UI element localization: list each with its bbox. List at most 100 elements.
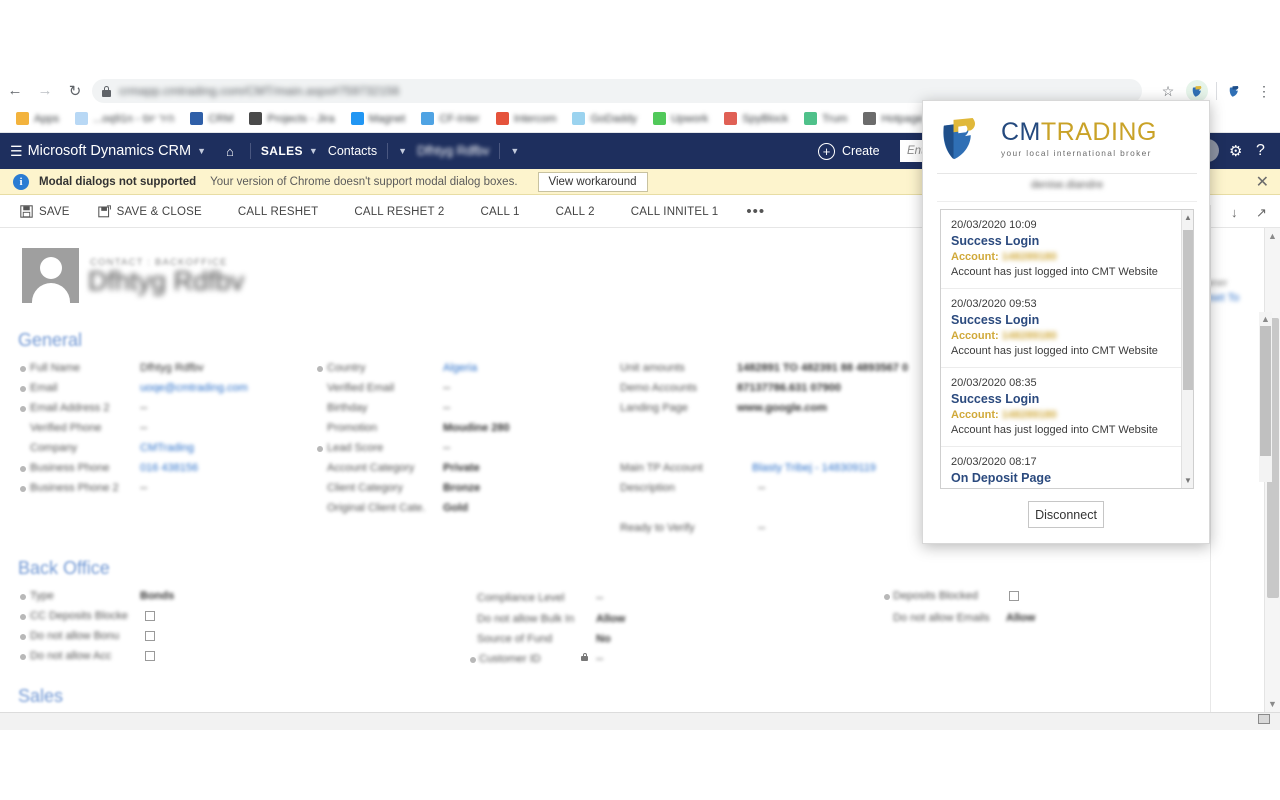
- checkbox-deposits-blocked[interactable]: [1009, 591, 1019, 601]
- field-value-unit-amounts[interactable]: 1482891 TO 482391 88 4893567 0: [737, 362, 908, 374]
- feed-item-description: Account has just logged into CMT Website: [951, 424, 1158, 436]
- bookmark-item[interactable]: Trum: [798, 110, 853, 127]
- field-value-source-of-fund[interactable]: No: [596, 633, 611, 645]
- checkbox-do-not-allow-bonus[interactable]: [145, 631, 155, 641]
- field-value-do-not-allow-bulk-in[interactable]: Allow: [596, 613, 625, 625]
- activity-feed[interactable]: 20/03/2020 10:09 Success Login Account: …: [940, 209, 1194, 489]
- field-value-full-name[interactable]: Dfhtyg Rdfbv: [140, 362, 204, 374]
- call-1-button[interactable]: CALL 1: [480, 206, 519, 218]
- create-button[interactable]: + Create: [818, 142, 880, 160]
- browser-tab-strip[interactable]: [0, 0, 1280, 76]
- feed-item[interactable]: 20/03/2020 08:17 On Deposit Page: [941, 447, 1193, 488]
- field-value-compliance-level[interactable]: --: [596, 592, 603, 604]
- chevron-down-icon[interactable]: ▼: [398, 146, 407, 156]
- nav-item-sales[interactable]: SALES: [261, 144, 303, 158]
- command-overflow-button[interactable]: •••: [746, 203, 765, 220]
- view-workaround-button[interactable]: View workaround: [537, 171, 648, 192]
- reload-icon[interactable]: ↻: [60, 76, 90, 105]
- chrome-menu-icon[interactable]: ⋮: [1254, 79, 1274, 103]
- field-value-type[interactable]: Bonds: [140, 590, 174, 602]
- save-and-close-button[interactable]: SAVE & CLOSE: [97, 205, 202, 218]
- inner-scrollbar[interactable]: ▲: [1259, 312, 1272, 482]
- scroll-up-icon[interactable]: ▲: [1184, 213, 1192, 222]
- bookmark-item[interactable]: Apps: [10, 110, 65, 127]
- feed-item[interactable]: 20/03/2020 10:09 Success Login Account: …: [941, 210, 1193, 289]
- field-value-email[interactable]: uoqe@cmtrading.com: [140, 382, 248, 394]
- bookmark-item[interactable]: Magnet: [345, 110, 412, 127]
- field-value-do-not-allow-emails[interactable]: Allow: [1006, 612, 1035, 624]
- field-value-lead-score[interactable]: --: [443, 442, 450, 454]
- feed-item[interactable]: 20/03/2020 08:35 Success Login Account: …: [941, 368, 1193, 447]
- cmtrading-extension-icon-2[interactable]: [1224, 81, 1244, 101]
- help-icon[interactable]: ?: [1256, 142, 1265, 160]
- field-value-email-2[interactable]: --: [140, 402, 147, 414]
- field-value-promotion[interactable]: Moudine 280: [443, 422, 510, 434]
- field-value-original-client-category[interactable]: Gold: [443, 502, 468, 514]
- inner-scroll-up-icon[interactable]: ▲: [1261, 314, 1270, 324]
- bookmark-item[interactable]: GoDaddy: [566, 110, 642, 127]
- field-label-verified-email: Verified Email: [327, 382, 395, 394]
- field-label-ready-to-verify: Ready to Verify: [620, 522, 695, 534]
- bookmark-favicon: [421, 112, 435, 125]
- bookmark-item[interactable]: CF-Inter: [415, 110, 485, 127]
- nav-item-contacts[interactable]: Contacts: [328, 144, 377, 158]
- field-value-verified-email[interactable]: --: [443, 382, 450, 394]
- call-reshet-2-button[interactable]: CALL RESHET 2: [354, 206, 444, 218]
- pop-out-icon[interactable]: ↗: [1256, 205, 1267, 221]
- popup-divider-2: [937, 201, 1197, 202]
- bookmark-item[interactable]: Intercom: [490, 110, 563, 127]
- field-value-birthday[interactable]: --: [443, 402, 450, 414]
- field-label-customer-id: Customer ID: [479, 653, 541, 665]
- checkbox-do-not-allow-acc[interactable]: [145, 651, 155, 661]
- save-button[interactable]: SAVE: [20, 205, 70, 218]
- field-value-verified-phone[interactable]: --: [140, 422, 147, 434]
- disconnect-button[interactable]: Disconnect: [1028, 501, 1104, 528]
- scroll-up-icon[interactable]: ▲: [1268, 231, 1277, 241]
- bookmark-item[interactable]: ...oq91n - היר יוס: [69, 110, 180, 127]
- scroll-down-icon[interactable]: ▼: [1268, 699, 1277, 709]
- nav-divider: [387, 143, 389, 159]
- field-label-description: Description: [620, 482, 676, 494]
- feed-item-account: Account: 148289180: [951, 409, 1183, 421]
- field-value-country[interactable]: Algeria: [443, 362, 477, 374]
- inner-scrollbar-thumb[interactable]: [1260, 326, 1271, 456]
- field-value-main-tp-account[interactable]: Blasty Tribej - 148309119: [752, 462, 876, 474]
- close-icon[interactable]: ✕: [1256, 172, 1269, 192]
- bookmark-item[interactable]: Hotpage: [857, 110, 929, 127]
- bookmark-item[interactable]: CRM: [184, 110, 239, 127]
- cmtrading-extension-icon[interactable]: [1186, 80, 1208, 102]
- bookmark-item[interactable]: SpyBlock: [718, 110, 794, 127]
- field-label-unit-amounts: Unit amounts: [620, 362, 685, 374]
- home-icon[interactable]: ⌂: [226, 144, 234, 159]
- field-value-ready-to-verify[interactable]: --: [758, 522, 765, 534]
- field-value-business-phone-2[interactable]: --: [140, 482, 147, 494]
- field-value-business-phone[interactable]: 016 438156: [140, 462, 198, 474]
- field-value-account-category[interactable]: Private: [443, 462, 480, 474]
- chevron-down-icon[interactable]: ▼: [197, 146, 206, 156]
- back-arrow-icon[interactable]: ←: [0, 76, 30, 105]
- checkbox-cc-deposits-blocked[interactable]: [145, 611, 155, 621]
- bookmark-item[interactable]: Projects - Jira: [243, 110, 340, 127]
- field-value-company[interactable]: CMTrading: [140, 442, 194, 454]
- feed-scrollbar-thumb[interactable]: [1183, 230, 1193, 390]
- feed-scrollbar[interactable]: ▲ ▼: [1181, 210, 1193, 488]
- down-arrow-icon[interactable]: ↓: [1231, 205, 1238, 220]
- chevron-down-icon[interactable]: ▼: [510, 146, 519, 156]
- scroll-down-icon[interactable]: ▼: [1184, 476, 1192, 485]
- field-value-customer-id[interactable]: --: [596, 653, 603, 665]
- field-value-description[interactable]: --: [758, 482, 765, 494]
- field-value-demo-accounts[interactable]: 87137786.631 07900: [737, 382, 841, 394]
- notification-title: Modal dialogs not supported: [39, 175, 197, 188]
- field-label-account-category: Account Category: [327, 462, 415, 474]
- bookmark-label: Upwork: [670, 112, 709, 125]
- field-value-landing-page[interactable]: www.google.com: [737, 402, 827, 414]
- call-2-button[interactable]: CALL 2: [556, 206, 595, 218]
- field-value-client-category[interactable]: Bronze: [443, 482, 480, 494]
- nav-item-record[interactable]: Dfhtyg Rdfbv: [417, 144, 489, 158]
- call-reshet-button[interactable]: CALL RESHET: [238, 206, 318, 218]
- bookmark-item[interactable]: Upwork: [647, 110, 714, 127]
- call-innitel-1-button[interactable]: CALL INNITEL 1: [631, 206, 719, 218]
- gear-icon[interactable]: ⚙: [1229, 142, 1242, 160]
- feed-item[interactable]: 20/03/2020 09:53 Success Login Account: …: [941, 289, 1193, 368]
- chevron-down-icon[interactable]: ▼: [309, 146, 318, 156]
